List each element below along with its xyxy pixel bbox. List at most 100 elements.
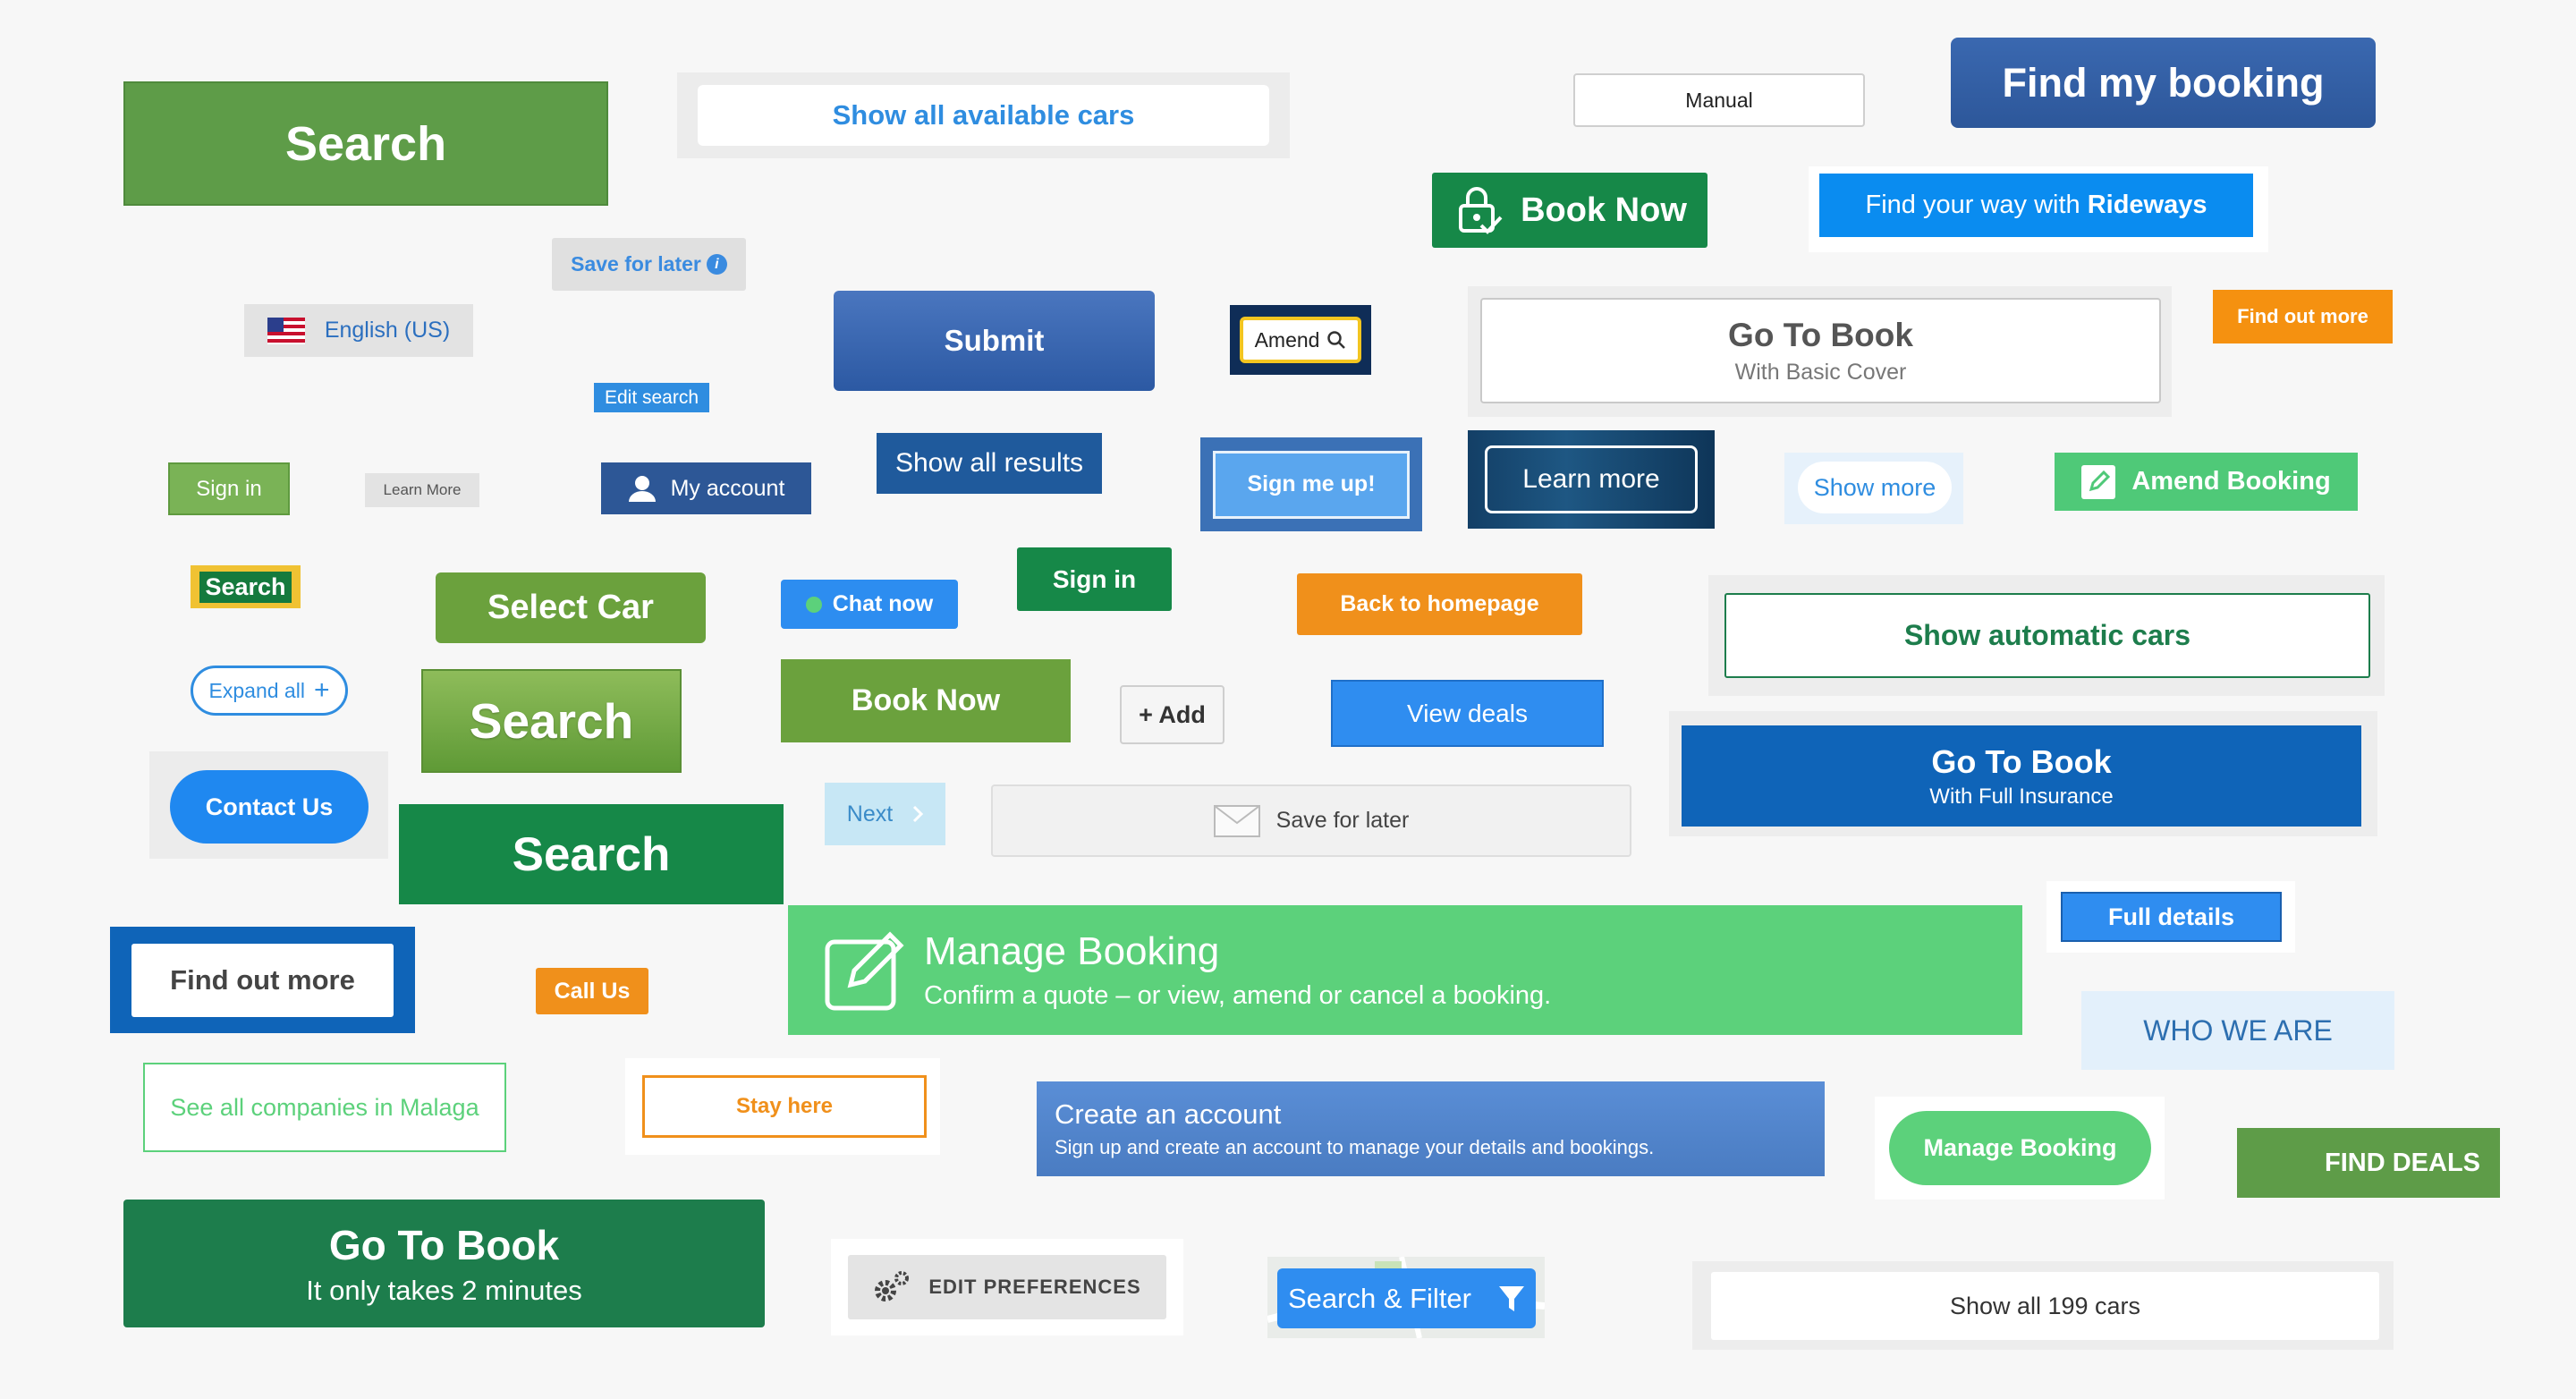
edit-icon — [2081, 464, 2116, 499]
learn-more-dark-button[interactable]: Learn more — [1485, 445, 1698, 513]
find-your-way-label: Find your way with Rideways — [1866, 191, 2207, 220]
save-for-later-label: Save for later — [571, 252, 701, 276]
edit-search-button[interactable]: Edit search — [594, 383, 709, 412]
save-for-later-wide-label: Save for later — [1275, 808, 1410, 833]
learn-more-small-link[interactable]: Learn More — [365, 473, 479, 507]
amend-booking-label: Amend Booking — [2131, 467, 2331, 496]
find-out-more-boxed-frame[interactable]: Find out more — [110, 927, 415, 1033]
go-to-book-full-title: Go To Book — [1931, 742, 2112, 780]
learn-more-dark-frame[interactable]: Learn more — [1468, 430, 1715, 529]
create-account-button[interactable]: Create an account Sign up and create an … — [1037, 1081, 1825, 1176]
back-to-homepage-label: Back to homepage — [1340, 591, 1539, 616]
submit-button[interactable]: Submit — [834, 291, 1155, 391]
show-all-available-cars-label: Show all available cars — [832, 99, 1135, 131]
manual-label: Manual — [1685, 88, 1753, 112]
search-filter-button[interactable]: Search & Filter — [1277, 1268, 1536, 1328]
find-out-more-orange-button[interactable]: Find out more — [2213, 290, 2393, 343]
book-now-lock-button[interactable]: Book Now — [1432, 173, 1707, 248]
manage-booking-banner-button[interactable]: Manage Booking Confirm a quote – or view… — [788, 905, 2022, 1035]
chat-now-label: Chat now — [832, 591, 934, 616]
show-all-199-cars-button[interactable]: Show all 199 cars — [1711, 1272, 2379, 1340]
learn-more-dark-label: Learn more — [1522, 464, 1660, 494]
who-we-are-button[interactable]: WHO WE ARE — [2081, 991, 2394, 1070]
manual-button[interactable]: Manual — [1573, 73, 1865, 127]
search-dark-green-label: Search — [512, 827, 671, 881]
amend-booking-button[interactable]: Amend Booking — [2055, 453, 2358, 511]
go-to-book-full-insurance-button[interactable]: Go To Book With Full Insurance — [1682, 725, 2361, 827]
sign-in-light-green-button[interactable]: Sign in — [168, 462, 290, 515]
edit-preferences-label: EDIT PREFERENCES — [928, 1276, 1141, 1298]
lock-icon — [1453, 184, 1504, 236]
edit-search-label: Edit search — [604, 386, 699, 408]
back-to-homepage-button[interactable]: Back to homepage — [1297, 573, 1582, 635]
select-car-button[interactable]: Select Car — [436, 572, 706, 643]
full-details-button[interactable]: Full details — [2061, 892, 2282, 942]
language-selector[interactable]: English (US) — [244, 304, 473, 357]
manage-booking-text: Manage Booking Confirm a quote – or view… — [924, 929, 1551, 1011]
sign-in-dark-green-button[interactable]: Sign in — [1017, 547, 1172, 611]
go-to-book-2min-subtitle: It only takes 2 minutes — [306, 1274, 582, 1306]
plus-icon: + — [313, 675, 330, 705]
edit-preferences-button[interactable]: EDIT PREFERENCES — [848, 1255, 1166, 1319]
show-more-button[interactable]: Show more — [1798, 462, 1952, 513]
contact-us-button[interactable]: Contact Us — [170, 770, 369, 844]
view-deals-label: View deals — [1407, 699, 1528, 727]
select-car-label: Select Car — [487, 589, 654, 626]
sign-me-up-button[interactable]: Sign me up! — [1213, 450, 1410, 519]
search-button-green[interactable]: Search — [123, 81, 608, 206]
sign-me-up-frame[interactable]: Sign me up! — [1200, 437, 1422, 531]
find-my-booking-button[interactable]: Find my booking — [1951, 38, 2376, 128]
search-gradient-label: Search — [469, 693, 634, 749]
show-all-results-button[interactable]: Show all results — [877, 433, 1102, 494]
search-yellow-label: Search — [199, 571, 292, 603]
add-label: + Add — [1139, 700, 1206, 728]
manage-booking-subtitle: Confirm a quote – or view, amend or canc… — [924, 981, 1552, 1010]
chat-now-button[interactable]: Chat now — [781, 580, 958, 629]
my-account-label: My account — [670, 475, 785, 501]
find-your-way-rideways-button[interactable]: Find your way with Rideways — [1819, 174, 2253, 237]
manage-booking-pill-button[interactable]: Manage Booking — [1889, 1111, 2151, 1185]
amend-button-frame[interactable]: Amend — [1230, 305, 1371, 375]
search-filter-label: Search & Filter — [1287, 1282, 1471, 1314]
sign-me-up-label: Sign me up! — [1247, 471, 1376, 496]
see-all-companies-button[interactable]: See all companies in Malaga — [143, 1063, 506, 1152]
find-your-way-prefix: Find your way with — [1865, 191, 2088, 219]
search-label: Search — [284, 116, 447, 171]
find-deals-button[interactable]: FIND DEALS — [2237, 1128, 2500, 1198]
go-to-book-basic-cover-button[interactable]: Go To Book With Basic Cover — [1480, 298, 2161, 403]
view-deals-button[interactable]: View deals — [1331, 680, 1604, 747]
sign-in-dark-label: Sign in — [1052, 564, 1137, 593]
call-us-button[interactable]: Call Us — [536, 968, 648, 1014]
add-button[interactable]: + Add — [1120, 685, 1224, 744]
show-automatic-cars-button[interactable]: Show automatic cars — [1724, 593, 2370, 678]
go-to-book-2min-button[interactable]: Go To Book It only takes 2 minutes — [123, 1200, 765, 1327]
save-for-later-info-button[interactable]: Save for later i — [552, 238, 746, 291]
find-out-more-boxed-button[interactable]: Find out more — [131, 943, 394, 1017]
my-account-button[interactable]: My account — [601, 462, 811, 514]
sign-in-label: Sign in — [196, 476, 262, 501]
search-yellow-button[interactable]: Search — [191, 565, 301, 608]
stay-here-button[interactable]: Stay here — [642, 1075, 927, 1138]
go-to-book-full-subtitle: With Full Insurance — [1929, 784, 2114, 809]
manage-booking-pill-label: Manage Booking — [1923, 1134, 2117, 1161]
stay-here-label: Stay here — [735, 1094, 834, 1118]
rideways-brand: Rideways — [2087, 191, 2207, 219]
save-for-later-wide-button[interactable]: Save for later — [991, 784, 1631, 857]
online-status-icon — [805, 596, 822, 613]
show-more-label: Show more — [1813, 473, 1936, 501]
book-now-olive-button[interactable]: Book Now — [781, 659, 1071, 742]
call-us-label: Call Us — [554, 978, 631, 1004]
user-icon — [628, 475, 657, 502]
create-account-subtitle: Sign up and create an account to manage … — [1055, 1136, 1655, 1158]
find-out-more-boxed-label: Find out more — [170, 963, 355, 996]
book-now-label: Book Now — [1521, 191, 1687, 229]
show-all-199-cars-label: Show all 199 cars — [1949, 1292, 2141, 1319]
expand-all-button[interactable]: Expand all + — [191, 666, 348, 716]
search-dark-green-button[interactable]: Search — [399, 804, 784, 904]
show-all-available-cars-button[interactable]: Show all available cars — [698, 85, 1269, 146]
go-to-book-title: Go To Book — [1728, 316, 1913, 353]
search-gradient-button[interactable]: Search — [421, 669, 682, 773]
learn-more-label: Learn More — [383, 481, 462, 498]
amend-button[interactable]: Amend — [1240, 317, 1361, 363]
next-button[interactable]: Next — [825, 783, 945, 845]
